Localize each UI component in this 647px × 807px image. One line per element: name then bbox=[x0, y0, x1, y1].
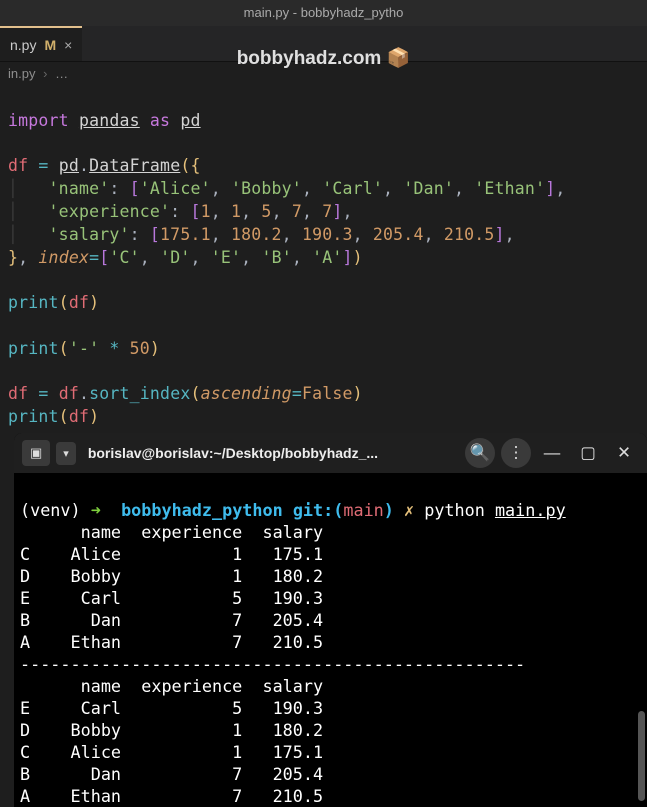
window-minimize-button[interactable]: — bbox=[537, 438, 567, 468]
terminal-icon: ▣ bbox=[30, 445, 42, 461]
maximize-icon: ▢ bbox=[580, 443, 596, 463]
terminal-tab-button[interactable]: ▣ bbox=[22, 440, 50, 466]
str-ethan: 'Ethan' bbox=[474, 179, 545, 198]
num: 205.4 bbox=[373, 225, 424, 244]
output-row: C Alice 1 175.1 bbox=[20, 544, 323, 564]
op-dot: . bbox=[79, 156, 89, 175]
fn-sortindex: sort_index bbox=[89, 384, 190, 403]
close-icon: ✕ bbox=[617, 443, 631, 463]
chevron-down-icon: ▾ bbox=[63, 448, 69, 460]
str-dan: 'Dan' bbox=[403, 179, 454, 198]
terminal-body[interactable]: (venv) ➜ bobbyhadz_python git:(main) ✗ p… bbox=[14, 473, 647, 807]
kw-as: as bbox=[150, 111, 170, 130]
brace-close: } bbox=[8, 248, 18, 267]
brace-open: ({ bbox=[180, 156, 200, 175]
prompt-git-label: git:( bbox=[293, 500, 344, 520]
str-bobby: 'Bobby' bbox=[231, 179, 302, 198]
str-dash: '-' bbox=[69, 339, 99, 358]
prompt-branch: main bbox=[343, 500, 383, 520]
code-editor[interactable]: import pandas as pd df = pd.DataFrame({ … bbox=[0, 85, 647, 437]
terminal-menu-button[interactable]: ⋮ bbox=[501, 438, 531, 468]
var-df: df bbox=[8, 156, 28, 175]
num: 175.1 bbox=[160, 225, 211, 244]
mod-pandas: pandas bbox=[79, 111, 140, 130]
num: 5 bbox=[261, 202, 271, 221]
kw-import: import bbox=[8, 111, 69, 130]
num: 7 bbox=[292, 202, 302, 221]
num-50: 50 bbox=[130, 339, 150, 358]
paren-close: ) bbox=[353, 248, 363, 267]
output-row: B Dan 7 205.4 bbox=[20, 610, 323, 630]
prompt-dirty-icon: ✗ bbox=[404, 500, 414, 520]
window-title: main.py - bobbyhadz_pytho bbox=[0, 0, 647, 26]
terminal-panel: ▣ ▾ borislav@borislav:~/Desktop/bobbyhad… bbox=[14, 433, 647, 807]
bool-false: False bbox=[302, 384, 353, 403]
terminal-scrollbar[interactable] bbox=[638, 711, 645, 801]
alias-pd: pd bbox=[180, 111, 200, 130]
key-name: 'name' bbox=[49, 179, 110, 198]
minimize-icon: — bbox=[544, 444, 561, 463]
num: 1 bbox=[201, 202, 211, 221]
num: 7 bbox=[322, 202, 332, 221]
output-row: A Ethan 7 210.5 bbox=[20, 786, 323, 806]
num: 190.3 bbox=[302, 225, 353, 244]
str: 'D' bbox=[160, 248, 190, 267]
fn-print: print bbox=[8, 407, 59, 426]
arg-df: df bbox=[69, 293, 89, 312]
package-icon: 📦 bbox=[387, 48, 411, 69]
num: 1 bbox=[231, 202, 241, 221]
window-maximize-button[interactable]: ▢ bbox=[573, 438, 603, 468]
op-dot: . bbox=[79, 384, 89, 403]
var-df2: df bbox=[59, 384, 79, 403]
num: 210.5 bbox=[444, 225, 495, 244]
str: 'E' bbox=[211, 248, 241, 267]
output-separator: ----------------------------------------… bbox=[20, 654, 525, 674]
output-header: name experience salary bbox=[20, 676, 323, 696]
output-row: C Alice 1 175.1 bbox=[20, 742, 323, 762]
arg-df: df bbox=[69, 407, 89, 426]
str: 'C' bbox=[109, 248, 139, 267]
kebab-icon: ⋮ bbox=[508, 443, 525, 463]
ref-pd: pd bbox=[59, 156, 79, 175]
terminal-cwd-label: borislav@borislav:~/Desktop/bobbyhadz_..… bbox=[88, 445, 459, 461]
str-alice: 'Alice' bbox=[140, 179, 211, 198]
fn-dataframe: DataFrame bbox=[89, 156, 180, 175]
output-header: name experience salary bbox=[20, 522, 323, 542]
output-row: E Carl 5 190.3 bbox=[20, 698, 323, 718]
output-row: B Dan 7 205.4 bbox=[20, 764, 323, 784]
op-eq: = bbox=[38, 156, 48, 175]
kwarg-index: index bbox=[38, 248, 89, 267]
key-experience: 'experience' bbox=[49, 202, 171, 221]
output-row: E Carl 5 190.3 bbox=[20, 588, 323, 608]
output-row: A Ethan 7 210.5 bbox=[20, 632, 323, 652]
terminal-search-button[interactable]: 🔍 bbox=[465, 438, 495, 468]
search-icon: 🔍 bbox=[470, 444, 491, 463]
op-eq: = bbox=[38, 384, 48, 403]
prompt-venv: (venv) bbox=[20, 500, 81, 520]
cmd-python: python bbox=[424, 500, 485, 520]
terminal-dropdown[interactable]: ▾ bbox=[56, 442, 76, 465]
key-salary: 'salary' bbox=[49, 225, 130, 244]
str: 'A' bbox=[312, 248, 342, 267]
watermark-text: bobbyhadz.com bbox=[237, 48, 382, 69]
output-row: D Bobby 1 180.2 bbox=[20, 720, 323, 740]
prompt-arrow: ➜ bbox=[91, 500, 101, 520]
fn-print: print bbox=[8, 293, 59, 312]
var-df: df bbox=[8, 384, 28, 403]
str: 'B' bbox=[261, 248, 291, 267]
window-close-button[interactable]: ✕ bbox=[609, 438, 639, 468]
num: 180.2 bbox=[231, 225, 282, 244]
op-mul: * bbox=[109, 339, 119, 358]
fn-print: print bbox=[8, 339, 59, 358]
output-row: D Bobby 1 180.2 bbox=[20, 566, 323, 586]
cmd-file: main.py bbox=[495, 500, 566, 520]
prompt-git-close: ) bbox=[384, 500, 394, 520]
str-carl: 'Carl' bbox=[322, 179, 383, 198]
watermark: bobbyhadz.com 📦 bbox=[0, 46, 647, 70]
prompt-path: bobbyhadz_python bbox=[121, 500, 283, 520]
kwarg-ascending: ascending bbox=[201, 384, 292, 403]
terminal-titlebar: ▣ ▾ borislav@borislav:~/Desktop/bobbyhad… bbox=[14, 433, 647, 473]
